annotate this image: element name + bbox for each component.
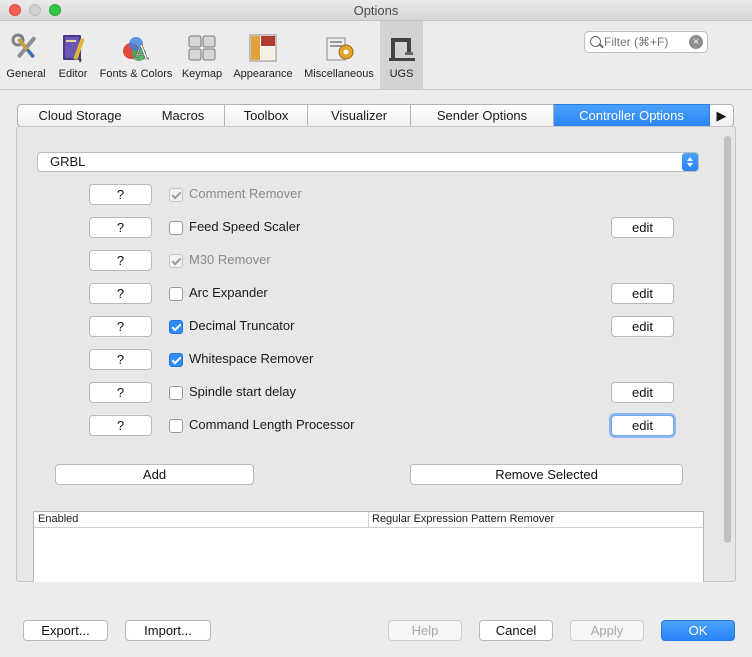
edit-button-command-length-processor[interactable]: edit <box>611 415 674 436</box>
tabs-scroll-right-button[interactable]: ▶ <box>710 104 734 127</box>
checkbox-comment-remover <box>169 188 183 202</box>
tab-cloud-storage[interactable]: Cloud Storage <box>17 104 143 127</box>
edit-button-arc-expander[interactable]: edit <box>611 283 674 304</box>
category-general-label: General <box>6 68 46 80</box>
fonts-colors-icon: A <box>120 32 152 64</box>
panel-scrollbar[interactable] <box>722 136 733 543</box>
label-decimal-truncator: Decimal Truncator <box>189 318 295 333</box>
misc-gear-icon <box>323 32 355 64</box>
category-editor-label: Editor <box>58 68 88 80</box>
checkbox-feed-speed-scaler[interactable] <box>169 221 183 235</box>
help-button-command-length-processor[interactable]: ? <box>89 415 152 436</box>
controller-select[interactable]: GRBL <box>37 152 699 172</box>
label-whitespace-remover: Whitespace Remover <box>189 351 314 366</box>
options-category-toolbar: General Editor A Fonts & Colors Keymap A… <box>0 21 752 90</box>
checkbox-whitespace-remover[interactable] <box>169 353 183 367</box>
options-tabs: Cloud Storage Macros Toolbox Visualizer … <box>17 104 734 127</box>
category-keymap-label: Keymap <box>181 68 223 80</box>
tab-macros[interactable]: Macros <box>142 104 225 127</box>
filter-input[interactable] <box>604 34 684 50</box>
label-spindle-start-delay: Spindle start delay <box>189 384 296 399</box>
category-fonts-colors-label: Fonts & Colors <box>99 68 173 80</box>
keyboard-icon <box>186 32 218 64</box>
category-ugs[interactable]: UGS <box>380 21 423 89</box>
chevron-up-down-icon[interactable] <box>682 153 698 171</box>
column-header-enabled[interactable]: Enabled <box>38 512 369 527</box>
help-button-spindle-start-delay[interactable]: ? <box>89 382 152 403</box>
help-button-decimal-truncator[interactable]: ? <box>89 316 152 337</box>
column-header-pattern[interactable]: Regular Expression Pattern Remover <box>372 512 702 527</box>
ugs-machine-icon <box>386 32 418 64</box>
tab-toolbox[interactable]: Toolbox <box>225 104 308 127</box>
checkbox-decimal-truncator[interactable] <box>169 320 183 334</box>
tab-controller-options[interactable]: Controller Options <box>554 104 710 127</box>
category-appearance[interactable]: Appearance <box>230 21 296 89</box>
checkbox-arc-expander[interactable] <box>169 287 183 301</box>
scrollbar-thumb[interactable] <box>724 136 731 543</box>
label-comment-remover: Comment Remover <box>189 186 302 201</box>
pattern-table[interactable]: Enabled Regular Expression Pattern Remov… <box>33 511 704 582</box>
category-appearance-label: Appearance <box>233 68 293 80</box>
tab-sender-options[interactable]: Sender Options <box>411 104 554 127</box>
help-button-m30-remover[interactable]: ? <box>89 250 152 271</box>
category-editor[interactable]: Editor <box>53 21 93 89</box>
category-fonts-colors[interactable]: A Fonts & Colors <box>97 21 175 89</box>
checkbox-command-length-processor[interactable] <box>169 419 183 433</box>
remove-selected-button[interactable]: Remove Selected <box>410 464 683 485</box>
help-button-feed-speed-scaler[interactable]: ? <box>89 217 152 238</box>
svg-text:A: A <box>133 40 149 64</box>
layout-icon <box>247 32 279 64</box>
label-m30-remover: M30 Remover <box>189 252 271 267</box>
edit-button-decimal-truncator[interactable]: edit <box>611 316 674 337</box>
cancel-button[interactable]: Cancel <box>479 620 553 641</box>
category-keymap[interactable]: Keymap <box>179 21 225 89</box>
help-button-whitespace-remover[interactable]: ? <box>89 349 152 370</box>
import-button[interactable]: Import... <box>125 620 211 641</box>
category-general[interactable]: General <box>2 21 50 89</box>
title-bar: Options <box>0 0 752 21</box>
apply-button[interactable]: Apply <box>570 620 644 641</box>
search-icon <box>590 36 601 47</box>
category-miscellaneous-label: Miscellaneous <box>304 68 374 80</box>
ok-button[interactable]: OK <box>661 620 735 641</box>
label-arc-expander: Arc Expander <box>189 285 268 300</box>
edit-button-spindle-start-delay[interactable]: edit <box>611 382 674 403</box>
category-miscellaneous[interactable]: Miscellaneous <box>300 21 378 89</box>
checkbox-m30-remover <box>169 254 183 268</box>
help-button-comment-remover[interactable]: ? <box>89 184 152 205</box>
help-button[interactable]: Help <box>388 620 462 641</box>
filter-field[interactable]: × <box>584 31 708 53</box>
window-title: Options <box>353 3 399 18</box>
category-ugs-label: UGS <box>389 68 414 80</box>
checkbox-spindle-start-delay[interactable] <box>169 386 183 400</box>
clear-filter-icon[interactable]: × <box>689 35 703 49</box>
book-pen-icon <box>57 32 89 64</box>
export-button[interactable]: Export... <box>23 620 108 641</box>
wrench-screwdriver-icon <box>10 32 42 64</box>
add-button[interactable]: Add <box>55 464 254 485</box>
edit-button-feed-speed-scaler[interactable]: edit <box>611 217 674 238</box>
table-header: Enabled Regular Expression Pattern Remov… <box>34 512 703 528</box>
label-feed-speed-scaler: Feed Speed Scaler <box>189 219 301 234</box>
help-button-arc-expander[interactable]: ? <box>89 283 152 304</box>
tab-visualizer[interactable]: Visualizer <box>308 104 411 127</box>
label-command-length-processor: Command Length Processor <box>189 417 355 432</box>
controller-select-value: GRBL <box>50 154 86 169</box>
